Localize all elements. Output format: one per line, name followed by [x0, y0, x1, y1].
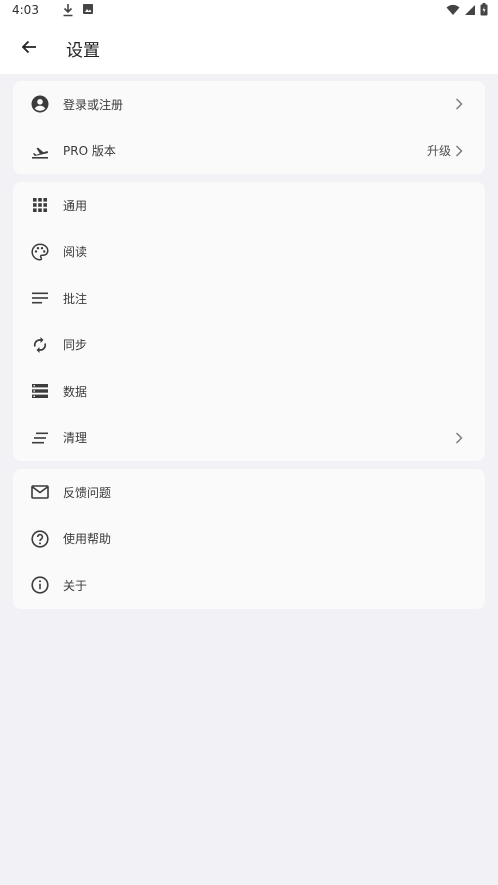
- help-row[interactable]: 使用帮助: [13, 516, 485, 563]
- settings-card: 通用 阅读 批注 同步 数据 清理: [13, 182, 485, 461]
- data-label: 数据: [63, 384, 88, 399]
- info-icon: [29, 574, 51, 596]
- login-register-label: 登录或注册: [63, 97, 124, 112]
- account-card: 登录或注册 PRO 版本 升级: [13, 81, 485, 174]
- data-row[interactable]: 数据: [13, 368, 485, 415]
- help-card: 反馈问题 使用帮助 关于: [13, 469, 485, 609]
- back-button[interactable]: [14, 34, 44, 60]
- feedback-label: 反馈问题: [63, 485, 112, 500]
- reading-label: 阅读: [63, 245, 88, 260]
- sync-icon: [29, 334, 51, 356]
- arrow-back-icon: [21, 39, 37, 55]
- general-row[interactable]: 通用: [13, 182, 485, 229]
- account-circle-icon: [29, 93, 51, 115]
- pro-version-label: PRO 版本: [63, 144, 116, 159]
- annotation-label: 批注: [63, 291, 88, 306]
- palette-icon: [29, 241, 51, 263]
- page-title: 设置: [66, 41, 100, 61]
- battery-icon: [480, 3, 488, 16]
- upgrade-label: 升级: [426, 144, 451, 159]
- chevron-right-icon: [455, 98, 463, 110]
- clean-label: 清理: [63, 431, 88, 446]
- general-label: 通用: [63, 198, 88, 213]
- help-label: 使用帮助: [63, 532, 112, 547]
- feedback-row[interactable]: 反馈问题: [13, 469, 485, 516]
- mail-icon: [29, 481, 51, 503]
- status-time: 4:03: [12, 3, 39, 17]
- notes-icon: [29, 287, 51, 309]
- clear-all-icon: [29, 427, 51, 449]
- login-register-row[interactable]: 登录或注册: [13, 81, 485, 128]
- image-notification-icon: [82, 3, 94, 17]
- app-bar: 设置: [0, 22, 498, 74]
- download-icon: [62, 3, 74, 17]
- apps-grid-icon: [29, 194, 51, 216]
- flight-takeoff-icon: [29, 140, 51, 162]
- chevron-right-icon: [455, 145, 463, 157]
- sync-row[interactable]: 同步: [13, 322, 485, 369]
- sync-label: 同步: [63, 338, 88, 353]
- annotation-row[interactable]: 批注: [13, 275, 485, 322]
- reading-row[interactable]: 阅读: [13, 229, 485, 276]
- cellular-signal-icon: [464, 4, 476, 16]
- help-circle-icon: [29, 528, 51, 550]
- chevron-right-icon: [455, 432, 463, 444]
- storage-icon: [29, 380, 51, 402]
- status-bar: 4:03: [0, 0, 498, 22]
- about-row[interactable]: 关于: [13, 562, 485, 609]
- wifi-icon: [446, 4, 460, 16]
- pro-version-row[interactable]: PRO 版本 升级: [13, 128, 485, 175]
- clean-row[interactable]: 清理: [13, 415, 485, 462]
- about-label: 关于: [63, 578, 88, 593]
